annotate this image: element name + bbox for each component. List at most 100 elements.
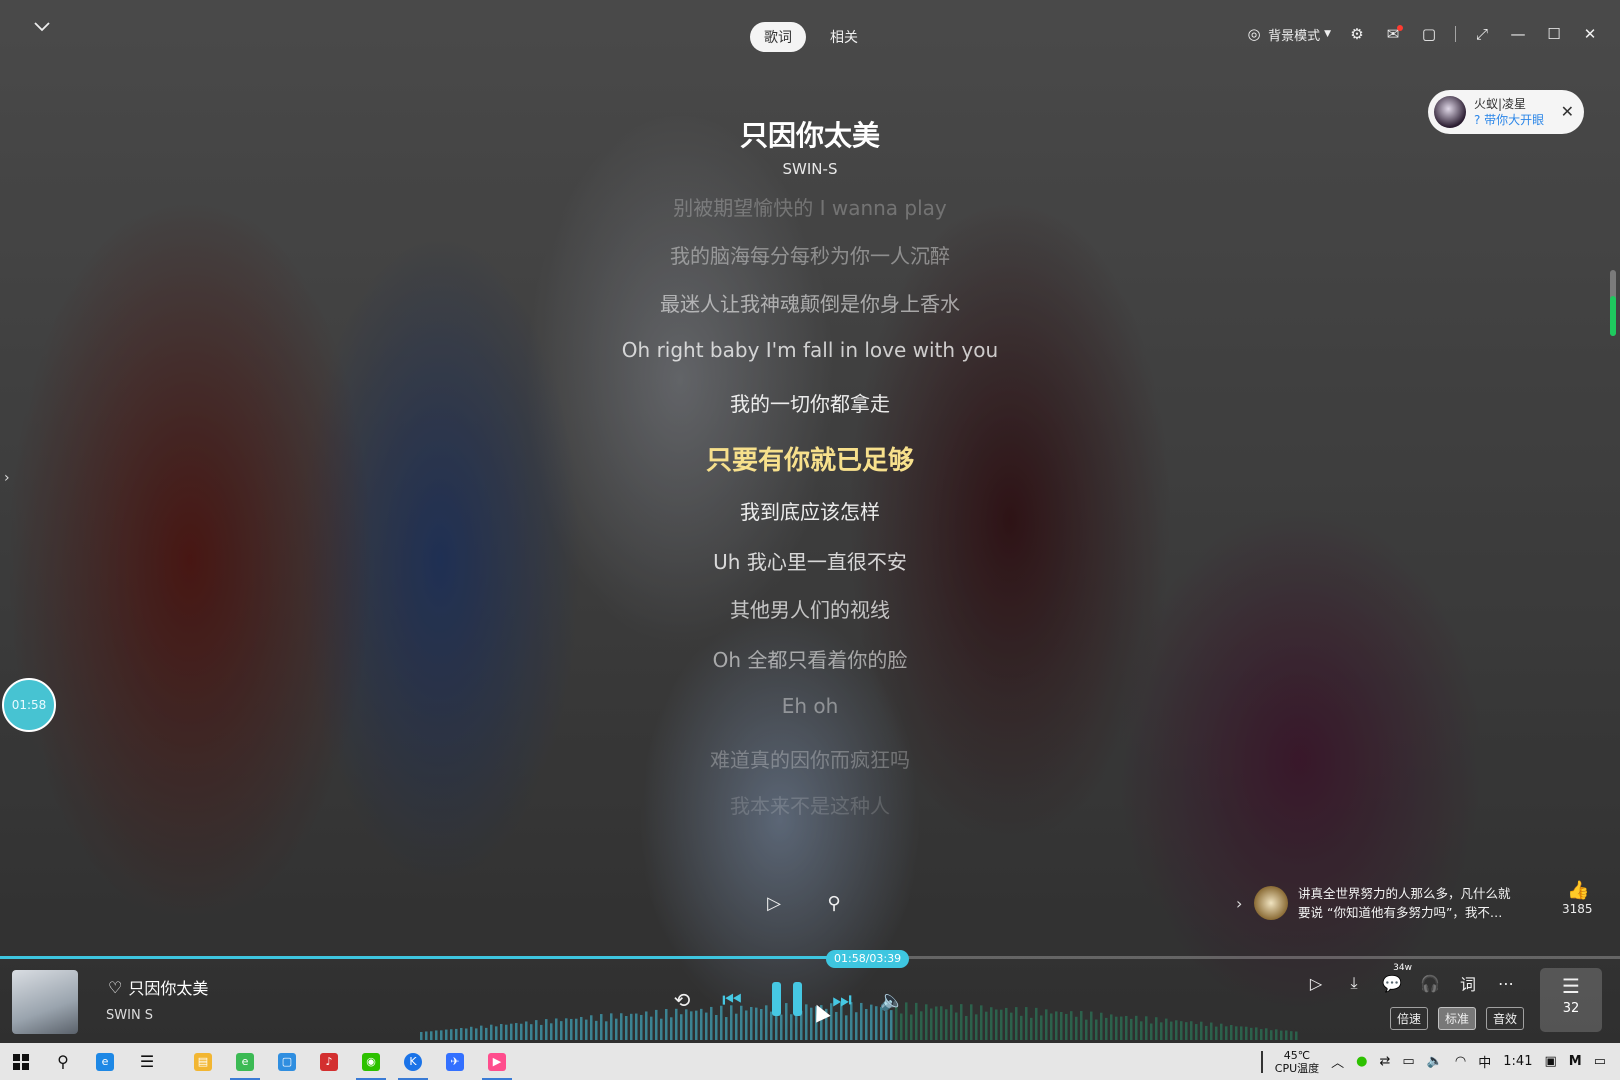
waveform-bar (1140, 1021, 1143, 1040)
windows-start-icon[interactable] (0, 1043, 42, 1080)
lyric-line[interactable]: 我到底应该怎样 (0, 496, 1620, 525)
background-mode-dropdown[interactable]: ◎ 背景模式 ▼ (1244, 24, 1331, 44)
waveform-bar (455, 1028, 458, 1040)
extra-tools: ▷ ⤓ 💬 34w 🎧 词 ⋯ (1306, 963, 1516, 994)
waveform-bar (1010, 1012, 1013, 1040)
music-app-icon[interactable]: ♪ (308, 1043, 350, 1080)
tray-app-m-icon[interactable]: M (1569, 1054, 1582, 1069)
window-controls: ◎ 背景模式 ▼ ⚙ ✉ ▢ ⤢ — ☐ ✕ (1244, 24, 1600, 44)
file-explorer-icon[interactable]: ▤ (182, 1043, 224, 1080)
feishu-icon[interactable]: ✈ (434, 1043, 476, 1080)
pin-icon[interactable]: ⚲ (824, 893, 844, 914)
repeat-icon[interactable]: ⟲ (672, 988, 692, 1012)
lyric-line[interactable]: 难道真的因你而疯狂吗 (0, 744, 1620, 773)
now-playing-artist[interactable]: SWIN S (106, 1008, 153, 1023)
video-app-icon[interactable]: ▶ (476, 1043, 518, 1080)
minimize-icon[interactable]: — (1508, 24, 1528, 44)
desktop-lyrics-button[interactable]: 词 (1458, 973, 1478, 994)
comments-icon[interactable]: 💬 34w (1382, 963, 1412, 993)
waveform-bar (1275, 1029, 1278, 1040)
video-icon[interactable]: ▷ (1306, 973, 1326, 993)
waveform-bar (525, 1021, 528, 1040)
tray-expand-icon[interactable]: ︿ (1331, 1052, 1344, 1071)
song-artist: SWIN-S (782, 160, 838, 178)
playlist-icon: ☰ (1562, 974, 1580, 998)
like-button[interactable]: 👍 3185 (1562, 880, 1593, 916)
fullscreen-icon[interactable]: ⤢ (1472, 24, 1492, 44)
wechat-icon[interactable]: ◉ (350, 1043, 392, 1080)
standard-quality-button[interactable]: 标准 (1438, 1007, 1477, 1030)
waveform-bar (1130, 1018, 1133, 1040)
waveform-bar (435, 1030, 438, 1040)
mini-mode-icon[interactable]: ▢ (1419, 24, 1439, 44)
chevron-right-icon[interactable]: › (4, 470, 10, 486)
wifi-icon[interactable]: ◠ (1455, 1054, 1466, 1069)
search-icon[interactable]: ⚲ (42, 1043, 84, 1080)
mail-icon[interactable]: ✉ (1383, 24, 1403, 44)
edge-browser-icon[interactable]: e (84, 1043, 126, 1080)
speed-button[interactable]: 倍速 (1390, 1007, 1429, 1030)
current-lyric-line[interactable]: 只要有你就已足够 (0, 440, 1620, 477)
pause-button[interactable] (772, 982, 802, 1018)
volume-icon[interactable]: 🔈 (880, 988, 905, 1012)
lyric-line[interactable]: Eh oh (0, 694, 1620, 718)
lyric-line[interactable]: 我本来不是这种人 (0, 790, 1620, 819)
waveform-bar (1100, 1012, 1103, 1040)
headphones-icon[interactable]: 🎧 (1420, 973, 1440, 993)
battery-icon[interactable]: ▭ (1402, 1054, 1414, 1069)
collapse-player-button[interactable] (32, 16, 54, 38)
playback-controls: ⟲ ⏮ ⏭ 🔈 (672, 982, 905, 1018)
notification-center-icon[interactable]: ▭ (1594, 1054, 1606, 1069)
lyric-line[interactable]: 我的一切你都拿走 (0, 388, 1620, 417)
waveform-bar (1050, 1013, 1053, 1040)
heart-icon[interactable]: ♡ (108, 978, 122, 997)
waveform-bar (790, 1014, 793, 1040)
video-icon[interactable]: ▷ (764, 893, 784, 914)
elapsed-time-bubble[interactable]: 01:58 (2, 678, 56, 732)
lyric-line[interactable]: 最迷人让我神魂颠倒是你身上香水 (0, 288, 1620, 317)
waveform-bar (570, 1018, 573, 1040)
lyric-line[interactable]: 别被期望愉快的 I wanna play (0, 192, 1620, 221)
waveform-bar (535, 1020, 538, 1040)
tab-lyrics[interactable]: 歌词 (750, 22, 806, 52)
next-icon[interactable]: ⏭ (832, 988, 852, 1013)
kugou-icon[interactable]: K (392, 1043, 434, 1080)
tray-app-icon[interactable]: ● (1356, 1054, 1367, 1069)
waveform-bar (1110, 1014, 1113, 1040)
waveform-bar (1170, 1021, 1173, 1040)
progress-time-label[interactable]: 01:58/03:39 (826, 950, 910, 968)
ime-indicator[interactable]: 中 (1478, 1052, 1491, 1071)
maximize-icon[interactable]: ☐ (1544, 24, 1564, 44)
lyric-line[interactable]: Oh 全都只看着你的脸 (0, 644, 1620, 673)
lyric-line[interactable]: Oh right baby I'm fall in love with you (0, 338, 1620, 362)
tray-sync-icon[interactable]: ⇄ (1380, 1054, 1391, 1069)
lyric-line[interactable]: 其他男人们的视线 (0, 594, 1620, 623)
tab-related[interactable]: 相关 (816, 22, 872, 52)
waveform-bar (635, 1013, 638, 1040)
lyric-line[interactable]: Uh 我心里一直很不安 (0, 546, 1620, 575)
playlist-button[interactable]: ☰ 32 (1540, 968, 1602, 1032)
previous-icon[interactable]: ⏮ (722, 988, 742, 1013)
volume-scroll-thumb[interactable] (1610, 296, 1616, 336)
folder-icon[interactable]: ▢ (266, 1043, 308, 1080)
close-icon[interactable]: ✕ (1580, 24, 1600, 44)
lyric-line[interactable]: 我的脑海每分每秒为你一人沉醉 (0, 240, 1620, 269)
waveform-bar (475, 1028, 478, 1040)
more-icon[interactable]: ⋯ (1496, 973, 1516, 993)
browser-icon[interactable]: e (224, 1043, 266, 1080)
media-icon[interactable]: ▣ (1544, 1054, 1556, 1069)
waveform-bar (1220, 1023, 1223, 1040)
speaker-icon[interactable]: 🔈 (1427, 1054, 1443, 1069)
clock[interactable]: 1:41 (1503, 1054, 1532, 1069)
waveform-bar (1045, 1009, 1048, 1040)
hot-comment[interactable]: › 讲真全世界努力的人那么多，凡什么就 要说 “你知道他有多努力吗”，我不… (1236, 872, 1536, 934)
task-view-icon[interactable]: ☰ (126, 1043, 168, 1080)
now-playing-title[interactable]: 只因你太美 (128, 975, 208, 999)
waveform-bar (1060, 1012, 1063, 1040)
cpu-temperature[interactable]: 45℃ CPU温度 (1275, 1049, 1319, 1075)
album-cover[interactable] (12, 970, 92, 1034)
download-icon[interactable]: ⤓ (1344, 973, 1364, 993)
settings-icon[interactable]: ⚙ (1347, 24, 1367, 44)
sound-effect-button[interactable]: 音效 (1486, 1007, 1525, 1030)
waveform-bar (430, 1031, 433, 1040)
